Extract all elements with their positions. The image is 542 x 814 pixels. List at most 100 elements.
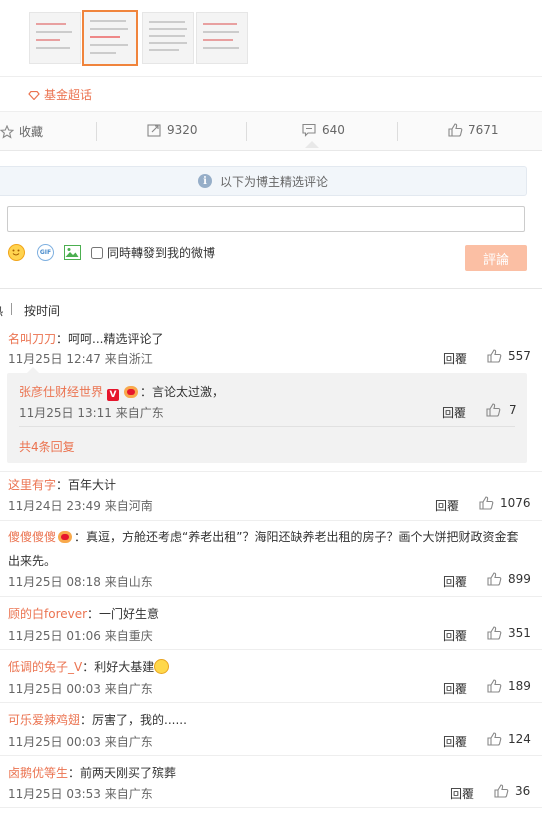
comment-time: 11月25日 08:18 来自山东: [8, 575, 153, 589]
comment-time: 11月25日 00:03 来自广东: [8, 735, 153, 749]
comment-text: ：真逗，方舱还考虑“养老出租”？海阳还缺养老出租的房子？画个大饼把财政资金套: [74, 530, 519, 544]
submit-comment-button[interactable]: 評論: [465, 245, 527, 271]
reply-button[interactable]: 回覆: [443, 627, 467, 644]
divider: [19, 426, 515, 427]
comment-time: 11月25日 00:03 来自广东: [8, 682, 153, 696]
favorite-button[interactable]: 收藏: [0, 123, 43, 140]
topic-tag-label: 基金超话: [44, 88, 93, 102]
comment-like-button[interactable]: 1076: [479, 496, 531, 510]
image-icon[interactable]: [64, 245, 81, 260]
comment-username[interactable]: 顾的白forever: [8, 607, 87, 621]
comment-time: 11月25日 12:47 来自浙江: [8, 352, 153, 366]
image-thumbnail[interactable]: [142, 12, 194, 64]
reply-button[interactable]: 回覆: [443, 350, 467, 367]
comment-text: ：呵呵...精选评论了: [56, 332, 164, 346]
image-thumbnail[interactable]: [196, 12, 248, 64]
also-repost-checkbox[interactable]: [91, 246, 103, 259]
comment-time: 11月24日 23:49 来自河南: [8, 499, 153, 513]
comment-like-button[interactable]: 124: [487, 732, 531, 746]
sort-time-tab[interactable]: 按时间: [24, 302, 60, 319]
sub-reply-like-button[interactable]: 7: [486, 403, 517, 417]
comment-time: 11月25日 03:53 来自广东: [8, 787, 153, 801]
comment-like-count: 189: [508, 679, 531, 693]
comment-text-line: 名叫刀刀：呵呵...精选评论了: [8, 330, 163, 347]
thumbs-up-icon: [487, 572, 502, 586]
comment-text-line: 可乐爱辣鸡翅：厉害了，我的......: [8, 711, 187, 728]
reply-button[interactable]: 回覆: [443, 680, 467, 697]
divider: [0, 649, 542, 650]
also-repost-label: 同時轉發到我的微博: [107, 246, 216, 260]
divider: [397, 122, 398, 141]
comment-like-count: 351: [508, 626, 531, 640]
comment-button[interactable]: 640: [302, 123, 345, 137]
sub-reply-like-count: 7: [509, 403, 517, 417]
comment-like-count: 1076: [500, 496, 531, 510]
divider: [0, 471, 542, 472]
comment-text-line: 顾的白forever：一门好生意: [8, 605, 159, 622]
thumbs-up-icon: [494, 784, 509, 798]
sub-reply-username[interactable]: 张彦仕财经世界: [19, 385, 103, 399]
like-button[interactable]: 7671: [448, 123, 499, 137]
selected-comments-notice: i 以下为博主精选评论: [0, 166, 527, 196]
comment-text: ：前两天刚买了殡葬: [68, 766, 177, 780]
smile-emoji-icon: [154, 659, 170, 674]
comment-tab-caret: [305, 141, 319, 148]
comment-sort-bar: 热 按时间: [0, 288, 542, 318]
image-thumbnail-selected[interactable]: [82, 10, 138, 66]
divider: [96, 122, 97, 141]
reply-button[interactable]: 回覆: [442, 404, 466, 421]
comment-text-line: 这里有字：百年大计: [8, 476, 116, 493]
member-crown-icon: [58, 531, 73, 543]
sub-reply-text: ：言论太过激，: [140, 385, 225, 399]
comment-like-button[interactable]: 899: [487, 572, 531, 586]
comment-username[interactable]: 卤鹅优等生: [8, 766, 68, 780]
comment-count: 640: [322, 123, 345, 137]
thumbs-up-icon: [448, 123, 463, 137]
thumbs-up-icon: [487, 626, 502, 640]
comment-text: ：一门好生意: [87, 607, 160, 621]
topic-tag-link[interactable]: 基金超话: [28, 86, 92, 103]
repost-button[interactable]: 9320: [147, 123, 198, 137]
reply-button[interactable]: 回覆: [435, 497, 459, 514]
comment-username[interactable]: 低调的兔子_V: [8, 660, 82, 674]
comment-text-line: 卤鹅优等生：前两天刚买了殡葬: [8, 764, 176, 781]
sub-reply-text-line: 张彦仕财经世界 V ：言论太过激，: [19, 383, 224, 401]
divider: [0, 596, 542, 597]
comment-username[interactable]: 傻傻傻傻: [8, 530, 56, 544]
comment-like-count: 124: [508, 732, 531, 746]
more-replies-link[interactable]: 共4条回复: [19, 438, 75, 455]
thumbs-up-icon: [487, 732, 502, 746]
comment-like-count: 557: [508, 349, 531, 363]
repost-count: 9320: [167, 123, 198, 137]
comment-text-line: 傻傻傻傻 ：真逗，方舱还考虑“养老出租”？海阳还缺养老出租的房子？画个大饼把财政资…: [8, 528, 518, 545]
notice-text: 以下为博主精选评论: [219, 174, 328, 189]
divider: [246, 122, 247, 141]
image-thumbnail[interactable]: [29, 12, 81, 64]
reply-button[interactable]: 回覆: [450, 785, 474, 802]
comment-like-button[interactable]: 557: [487, 349, 531, 363]
comment-like-count: 899: [508, 572, 531, 586]
gif-icon[interactable]: GIF: [37, 244, 54, 261]
comment-time: 11月25日 01:06 来自重庆: [8, 629, 153, 643]
verified-badge-icon: V: [107, 389, 120, 401]
comment-text-continued: 出来先。: [8, 554, 57, 568]
reply-button[interactable]: 回覆: [443, 733, 467, 750]
emoji-icon[interactable]: [8, 244, 25, 261]
thumbs-up-icon: [487, 349, 502, 363]
comment-like-button[interactable]: 351: [487, 626, 531, 640]
comment-input[interactable]: [7, 206, 525, 232]
divider: [0, 807, 542, 808]
comment-text-line: 低调的兔子_V：利好大基建: [8, 658, 170, 675]
sort-hot-tab[interactable]: 热: [0, 302, 3, 319]
reply-button[interactable]: 回覆: [443, 573, 467, 590]
member-crown-icon: [124, 386, 139, 398]
sub-reply-caret: [27, 367, 39, 373]
comment-username[interactable]: 这里有字: [8, 478, 56, 492]
comment-like-button[interactable]: 36: [494, 784, 530, 798]
comment-text: ：利好大基建: [82, 660, 155, 674]
comment-username[interactable]: 名叫刀刀: [8, 332, 56, 346]
comment-like-button[interactable]: 189: [487, 679, 531, 693]
comment-username[interactable]: 可乐爱辣鸡翅: [8, 713, 80, 727]
comment-text: ：百年大计: [56, 478, 117, 492]
divider: [0, 520, 542, 521]
